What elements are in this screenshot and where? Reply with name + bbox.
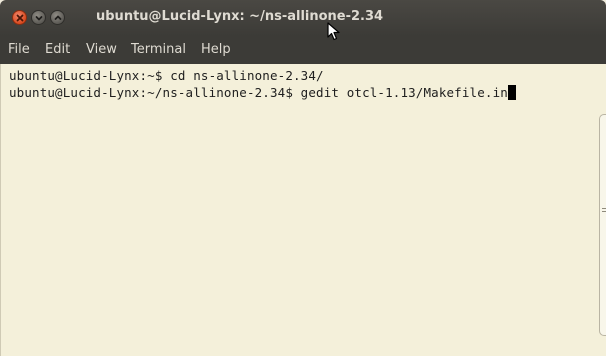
menu-bar: File Edit View Terminal Help	[0, 36, 606, 65]
menu-file[interactable]: File	[8, 42, 30, 57]
terminal-line-text: ubuntu@Lucid-Lynx:~/ns-allinone-2.34$ ge…	[9, 85, 508, 100]
terminal-line: ubuntu@Lucid-Lynx:~/ns-allinone-2.34$ ge…	[9, 85, 516, 100]
menu-terminal[interactable]: Terminal	[131, 42, 186, 57]
terminal-window: ubuntu@Lucid-Lynx: ~/ns-allinone-2.34 Fi…	[0, 0, 606, 356]
scrollbar-thumb[interactable]	[599, 114, 606, 336]
close-icon	[16, 14, 24, 22]
terminal-output[interactable]: ubuntu@Lucid-Lynx:~$ cd ns-allinone-2.34…	[0, 64, 597, 356]
menu-view[interactable]: View	[86, 42, 117, 57]
minimize-button[interactable]	[31, 10, 46, 25]
maximize-icon	[54, 15, 62, 20]
minimize-icon	[35, 16, 43, 21]
close-button[interactable]	[12, 10, 27, 25]
maximize-button[interactable]	[50, 10, 65, 25]
scrollbar-grip	[602, 211, 606, 212]
menu-help[interactable]: Help	[201, 42, 231, 57]
mouse-pointer-icon	[327, 22, 340, 41]
text-cursor	[507, 85, 516, 100]
title-bar[interactable]: ubuntu@Lucid-Lynx: ~/ns-allinone-2.34	[0, 0, 606, 36]
menu-edit[interactable]: Edit	[45, 42, 70, 57]
terminal-line-text: ubuntu@Lucid-Lynx:~$ cd ns-allinone-2.34…	[9, 68, 324, 83]
terminal-line: ubuntu@Lucid-Lynx:~$ cd ns-allinone-2.34…	[9, 68, 324, 83]
scrollbar-grip	[602, 208, 606, 209]
